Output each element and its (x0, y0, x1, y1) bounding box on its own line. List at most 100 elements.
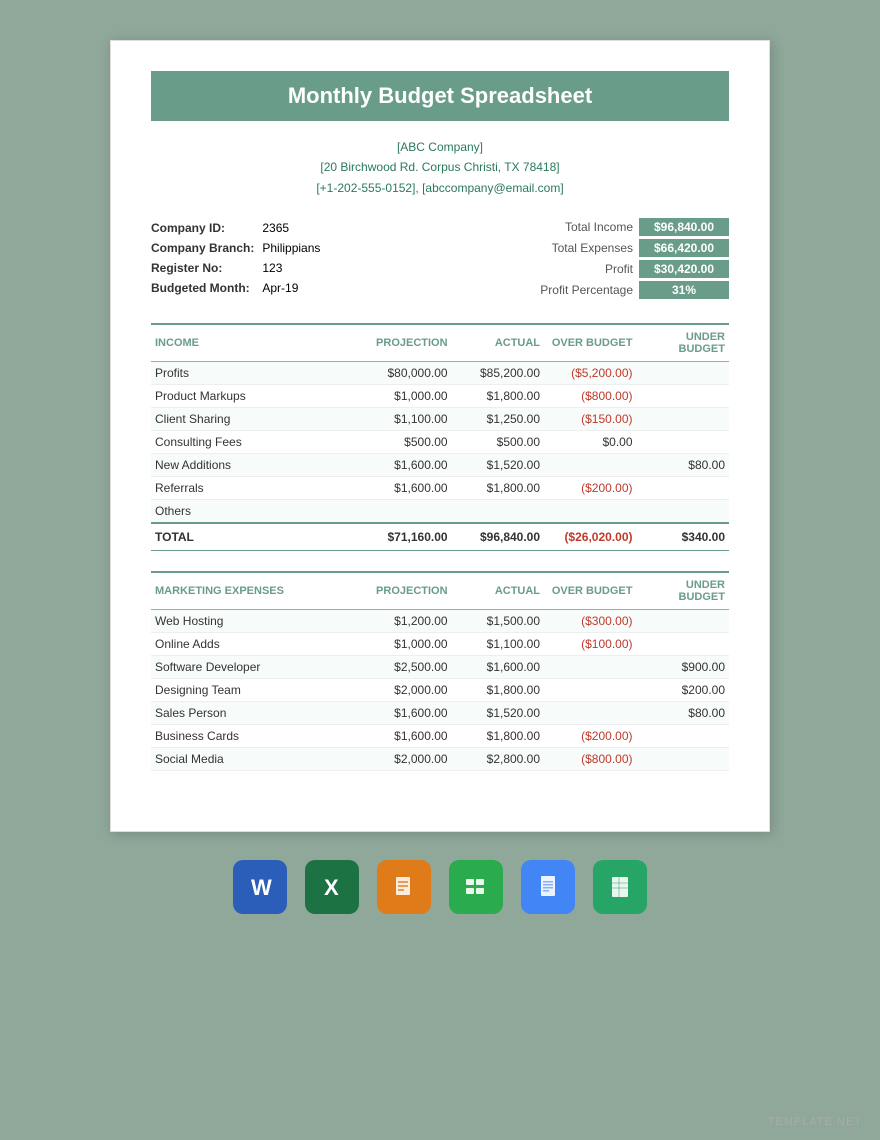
marketing-row-projection: $2,000.00 (359, 679, 451, 702)
income-row: Referrals $1,600.00 $1,800.00 ($200.00) (151, 477, 729, 500)
income-row-under (637, 477, 730, 500)
income-row-name: Client Sharing (151, 408, 359, 431)
marketing-row-projection: $1,600.00 (359, 725, 451, 748)
marketing-row-actual: $1,800.00 (452, 679, 544, 702)
income-row-projection: $1,600.00 (359, 454, 451, 477)
income-row-projection (359, 500, 451, 524)
income-row-under (637, 385, 730, 408)
app-icons-row: W X (233, 860, 647, 914)
income-row-name: New Additions (151, 454, 359, 477)
income-row-over: $0.00 (544, 431, 636, 454)
marketing-row-under (637, 725, 730, 748)
income-row-actual: $500.00 (452, 431, 544, 454)
svg-text:W: W (251, 875, 272, 900)
meta-section: Company ID: 2365 Company Branch: Philipp… (151, 218, 729, 299)
spreadsheet-document: Monthly Budget Spreadsheet [ABC Company]… (110, 40, 770, 832)
income-row-projection: $1,100.00 (359, 408, 451, 431)
marketing-row-actual: $1,500.00 (452, 610, 544, 633)
income-row-projection: $1,600.00 (359, 477, 451, 500)
income-row-under (637, 362, 730, 385)
spreadsheet-title: Monthly Budget Spreadsheet (151, 71, 729, 121)
income-row-over: ($5,200.00) (544, 362, 636, 385)
income-actual-header: ACTUAL (452, 324, 544, 362)
marketing-row: Social Media $2,000.00 $2,800.00 ($800.0… (151, 748, 729, 771)
income-row: New Additions $1,600.00 $1,520.00 $80.00 (151, 454, 729, 477)
excel-icon[interactable]: X (305, 860, 359, 914)
income-row-over (544, 454, 636, 477)
marketing-row: Web Hosting $1,200.00 $1,500.00 ($300.00… (151, 610, 729, 633)
google-docs-icon[interactable] (521, 860, 575, 914)
marketing-row-name: Online Adds (151, 633, 359, 656)
marketing-row-actual: $2,800.00 (452, 748, 544, 771)
income-total-projection: $71,160.00 (359, 523, 451, 551)
marketing-row-projection: $2,500.00 (359, 656, 451, 679)
marketing-row-under: $200.00 (637, 679, 730, 702)
income-row-name: Profits (151, 362, 359, 385)
marketing-table: MARKETING EXPENSES PROJECTION ACTUAL OVE… (151, 571, 729, 771)
summary-profit: Profit $30,420.00 (513, 260, 729, 278)
word-icon[interactable]: W (233, 860, 287, 914)
marketing-row-projection: $2,000.00 (359, 748, 451, 771)
income-total-actual: $96,840.00 (452, 523, 544, 551)
income-row-name: Consulting Fees (151, 431, 359, 454)
marketing-row-projection: $1,200.00 (359, 610, 451, 633)
income-row-over: ($800.00) (544, 385, 636, 408)
svg-text:X: X (324, 875, 339, 900)
income-total-label: TOTAL (151, 523, 359, 551)
income-row-under (637, 408, 730, 431)
marketing-row-under (637, 610, 730, 633)
meta-register-no: Register No: 123 (151, 258, 328, 278)
company-contact: [+1-202-555-0152], [abccompany@email.com… (151, 178, 729, 198)
summary-total-expenses: Total Expenses $66,420.00 (513, 239, 729, 257)
marketing-row-actual: $1,100.00 (452, 633, 544, 656)
pages-icon[interactable] (377, 860, 431, 914)
marketing-row-over (544, 702, 636, 725)
income-row-name: Referrals (151, 477, 359, 500)
income-row-actual: $1,520.00 (452, 454, 544, 477)
marketing-row-name: Social Media (151, 748, 359, 771)
marketing-projection-header: PROJECTION (359, 572, 451, 610)
marketing-row-actual: $1,520.00 (452, 702, 544, 725)
summary-profit-pct: Profit Percentage 31% (513, 281, 729, 299)
income-row-projection: $500.00 (359, 431, 451, 454)
income-table: INCOME PROJECTION ACTUAL OVER BUDGET UND… (151, 323, 729, 551)
marketing-row-actual: $1,800.00 (452, 725, 544, 748)
meta-company-branch: Company Branch: Philippians (151, 238, 328, 258)
marketing-row-projection: $1,600.00 (359, 702, 451, 725)
google-sheets-icon[interactable] (593, 860, 647, 914)
income-over-header: OVER BUDGET (544, 324, 636, 362)
marketing-row-over: ($800.00) (544, 748, 636, 771)
income-row-projection: $80,000.00 (359, 362, 451, 385)
marketing-actual-header: ACTUAL (452, 572, 544, 610)
income-row-actual (452, 500, 544, 524)
watermark-text: TEMPLATE.NET (768, 1116, 862, 1128)
marketing-row-over: ($300.00) (544, 610, 636, 633)
income-under-header: UNDER BUDGET (637, 324, 730, 362)
income-row-under (637, 431, 730, 454)
marketing-row-under: $900.00 (637, 656, 730, 679)
income-row: Others (151, 500, 729, 524)
income-row-actual: $1,250.00 (452, 408, 544, 431)
marketing-row-over: ($200.00) (544, 725, 636, 748)
summary-total-income: Total Income $96,840.00 (513, 218, 729, 236)
income-col-header: INCOME (151, 324, 359, 362)
meta-company-id: Company ID: 2365 (151, 218, 328, 238)
marketing-row-under: $80.00 (637, 702, 730, 725)
meta-right: Total Income $96,840.00 Total Expenses $… (513, 218, 729, 299)
income-row-actual: $1,800.00 (452, 477, 544, 500)
company-info: [ABC Company] [20 Birchwood Rd. Corpus C… (151, 137, 729, 198)
marketing-row-actual: $1,600.00 (452, 656, 544, 679)
income-row: Client Sharing $1,100.00 $1,250.00 ($150… (151, 408, 729, 431)
income-total-over: ($26,020.00) (544, 523, 636, 551)
income-total-under: $340.00 (637, 523, 730, 551)
numbers-icon[interactable] (449, 860, 503, 914)
income-row: Product Markups $1,000.00 $1,800.00 ($80… (151, 385, 729, 408)
income-row-under: $80.00 (637, 454, 730, 477)
marketing-row: Software Developer $2,500.00 $1,600.00 $… (151, 656, 729, 679)
marketing-row-projection: $1,000.00 (359, 633, 451, 656)
marketing-row-name: Business Cards (151, 725, 359, 748)
marketing-row-over (544, 679, 636, 702)
marketing-row-name: Web Hosting (151, 610, 359, 633)
income-row-name: Others (151, 500, 359, 524)
income-row-over: ($150.00) (544, 408, 636, 431)
